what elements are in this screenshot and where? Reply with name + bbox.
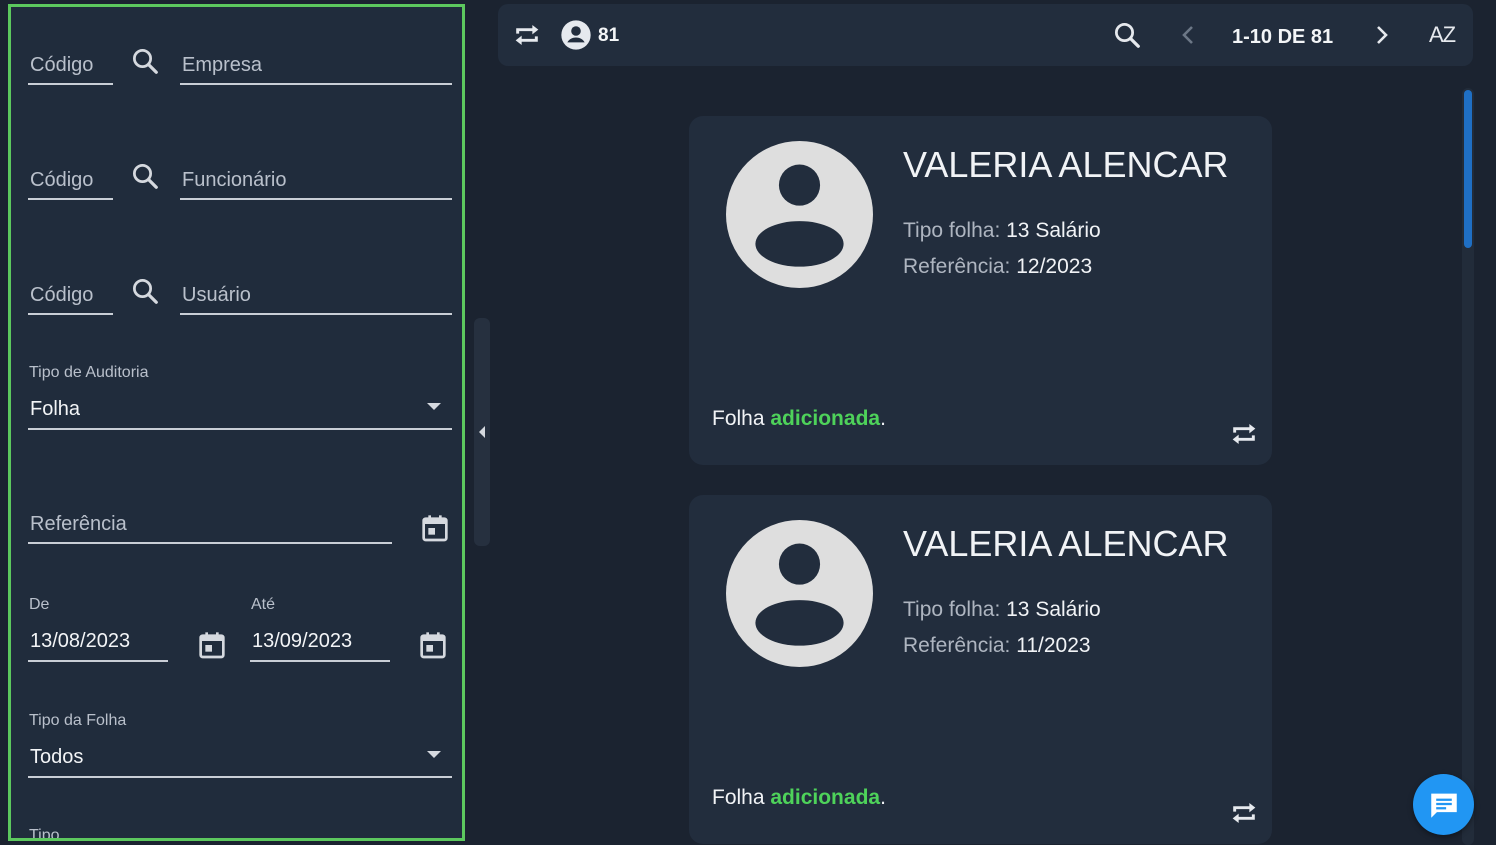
employee-name: VALERIA ALENCAR <box>903 144 1229 185</box>
search-icon[interactable] <box>1110 18 1144 52</box>
record-count: 81 <box>598 25 620 46</box>
dropdown-arrow-icon <box>427 751 441 758</box>
field-underline <box>28 660 168 662</box>
card-status-message: Folha adicionada. <box>712 786 886 810</box>
funcionario-code-field[interactable]: Código <box>28 160 113 200</box>
sidebar-collapse-handle[interactable] <box>474 318 490 546</box>
chat-icon <box>1430 793 1457 818</box>
de-value: 13/08/2023 <box>30 630 131 652</box>
list-scrollbar-thumb[interactable] <box>1464 90 1472 248</box>
pagination-label: 1-10 DE 81 <box>1232 26 1334 48</box>
tipo-label: Tipo <box>29 827 60 841</box>
referencia-key: Referência: <box>903 634 1011 657</box>
user-circle-icon <box>559 18 593 52</box>
sort-az-icon[interactable]: AZ <box>1422 17 1462 53</box>
ate-label: Até <box>251 596 276 613</box>
dropdown-arrow-icon <box>427 403 441 410</box>
audit-card[interactable]: VALERIA ALENCAR Tipo folha: 13 Salário R… <box>689 116 1272 465</box>
de-label: De <box>29 596 50 613</box>
referencia-row: Referência: 11/2023 <box>903 634 1091 658</box>
tipo-folha-label: Tipo da Folha <box>29 712 127 729</box>
search-icon[interactable] <box>129 275 161 307</box>
employee-name: VALERIA ALENCAR <box>903 523 1229 564</box>
swap-icon[interactable] <box>1226 416 1262 452</box>
referencia-row: Referência: 12/2023 <box>903 255 1092 279</box>
field-underline <box>28 428 452 430</box>
field-underline <box>28 198 113 200</box>
usuario-name-placeholder: Usuário <box>182 284 251 306</box>
tipo-auditoria-value: Folha <box>30 398 81 420</box>
chat-button[interactable] <box>1413 774 1474 835</box>
tipo-folha-value: 13 Salário <box>1006 219 1101 242</box>
chevron-left-icon[interactable] <box>1174 20 1202 50</box>
tipo-auditoria-label: Tipo de Auditoria <box>29 364 149 381</box>
tipo-folha-value: 13 Salário <box>1006 598 1101 621</box>
avatar-icon <box>726 520 873 667</box>
referencia-key: Referência: <box>903 255 1011 278</box>
tipo-folha-value: Todos <box>30 746 84 768</box>
audit-card[interactable]: VALERIA ALENCAR Tipo folha: 13 Salário R… <box>689 495 1272 844</box>
msg-prefix: Folha <box>712 407 765 430</box>
top-toolbar: 81 1-10 DE 81 AZ <box>498 4 1473 66</box>
msg-highlight: adicionada <box>770 786 881 809</box>
field-underline <box>28 776 452 778</box>
msg-suffix: . <box>880 407 886 430</box>
card-status-message: Folha adicionada. <box>712 407 886 431</box>
field-underline <box>250 660 390 662</box>
field-underline <box>180 198 452 200</box>
funcionario-name-placeholder: Funcionário <box>182 169 287 191</box>
ate-date-field[interactable]: 13/09/2023 <box>250 619 390 662</box>
empresa-name-field[interactable]: Empresa <box>180 45 452 85</box>
field-underline <box>180 313 452 315</box>
tipo-folha-row: Tipo folha: 13 Salário <box>903 598 1101 622</box>
sort-az-label: AZ <box>1428 22 1456 47</box>
search-icon[interactable] <box>129 160 161 192</box>
referencia-value: 12/2023 <box>1016 255 1093 278</box>
calendar-icon[interactable] <box>194 627 230 663</box>
chevron-right-icon[interactable] <box>1368 20 1396 50</box>
calendar-icon[interactable] <box>417 510 453 546</box>
empresa-name-placeholder: Empresa <box>182 54 263 76</box>
field-underline <box>28 83 113 85</box>
referencia-field[interactable]: Referência <box>28 504 392 544</box>
usuario-code-field[interactable]: Código <box>28 275 113 315</box>
msg-prefix: Folha <box>712 786 765 809</box>
field-underline <box>28 542 392 544</box>
calendar-icon[interactable] <box>415 627 451 663</box>
field-underline <box>180 83 452 85</box>
tipo-folha-key: Tipo folha: <box>903 219 1001 242</box>
search-icon[interactable] <box>129 45 161 77</box>
swap-icon[interactable] <box>510 18 544 52</box>
referencia-value: 11/2023 <box>1016 634 1091 657</box>
usuario-code-placeholder: Código <box>30 284 94 306</box>
avatar-icon <box>726 141 873 288</box>
msg-suffix: . <box>880 786 886 809</box>
empresa-code-placeholder: Código <box>30 54 94 76</box>
field-underline <box>28 313 113 315</box>
de-date-field[interactable]: 13/08/2023 <box>28 619 168 662</box>
tipo-auditoria-select[interactable]: Folha <box>28 387 452 430</box>
msg-highlight: adicionada <box>770 407 881 430</box>
tipo-folha-key: Tipo folha: <box>903 598 1001 621</box>
funcionario-name-field[interactable]: Funcionário <box>180 160 452 200</box>
swap-icon[interactable] <box>1226 795 1262 831</box>
tipo-folha-select[interactable]: Todos <box>28 735 452 778</box>
chevron-left-icon <box>479 426 485 438</box>
empresa-code-field[interactable]: Código <box>28 45 113 85</box>
funcionario-code-placeholder: Código <box>30 169 94 191</box>
referencia-placeholder: Referência <box>30 513 127 535</box>
ate-value: 13/09/2023 <box>252 630 353 652</box>
filter-sidebar: Código Empresa Código Funcionário Código… <box>8 4 465 841</box>
usuario-name-field[interactable]: Usuário <box>180 275 452 315</box>
tipo-folha-row: Tipo folha: 13 Salário <box>903 219 1101 243</box>
